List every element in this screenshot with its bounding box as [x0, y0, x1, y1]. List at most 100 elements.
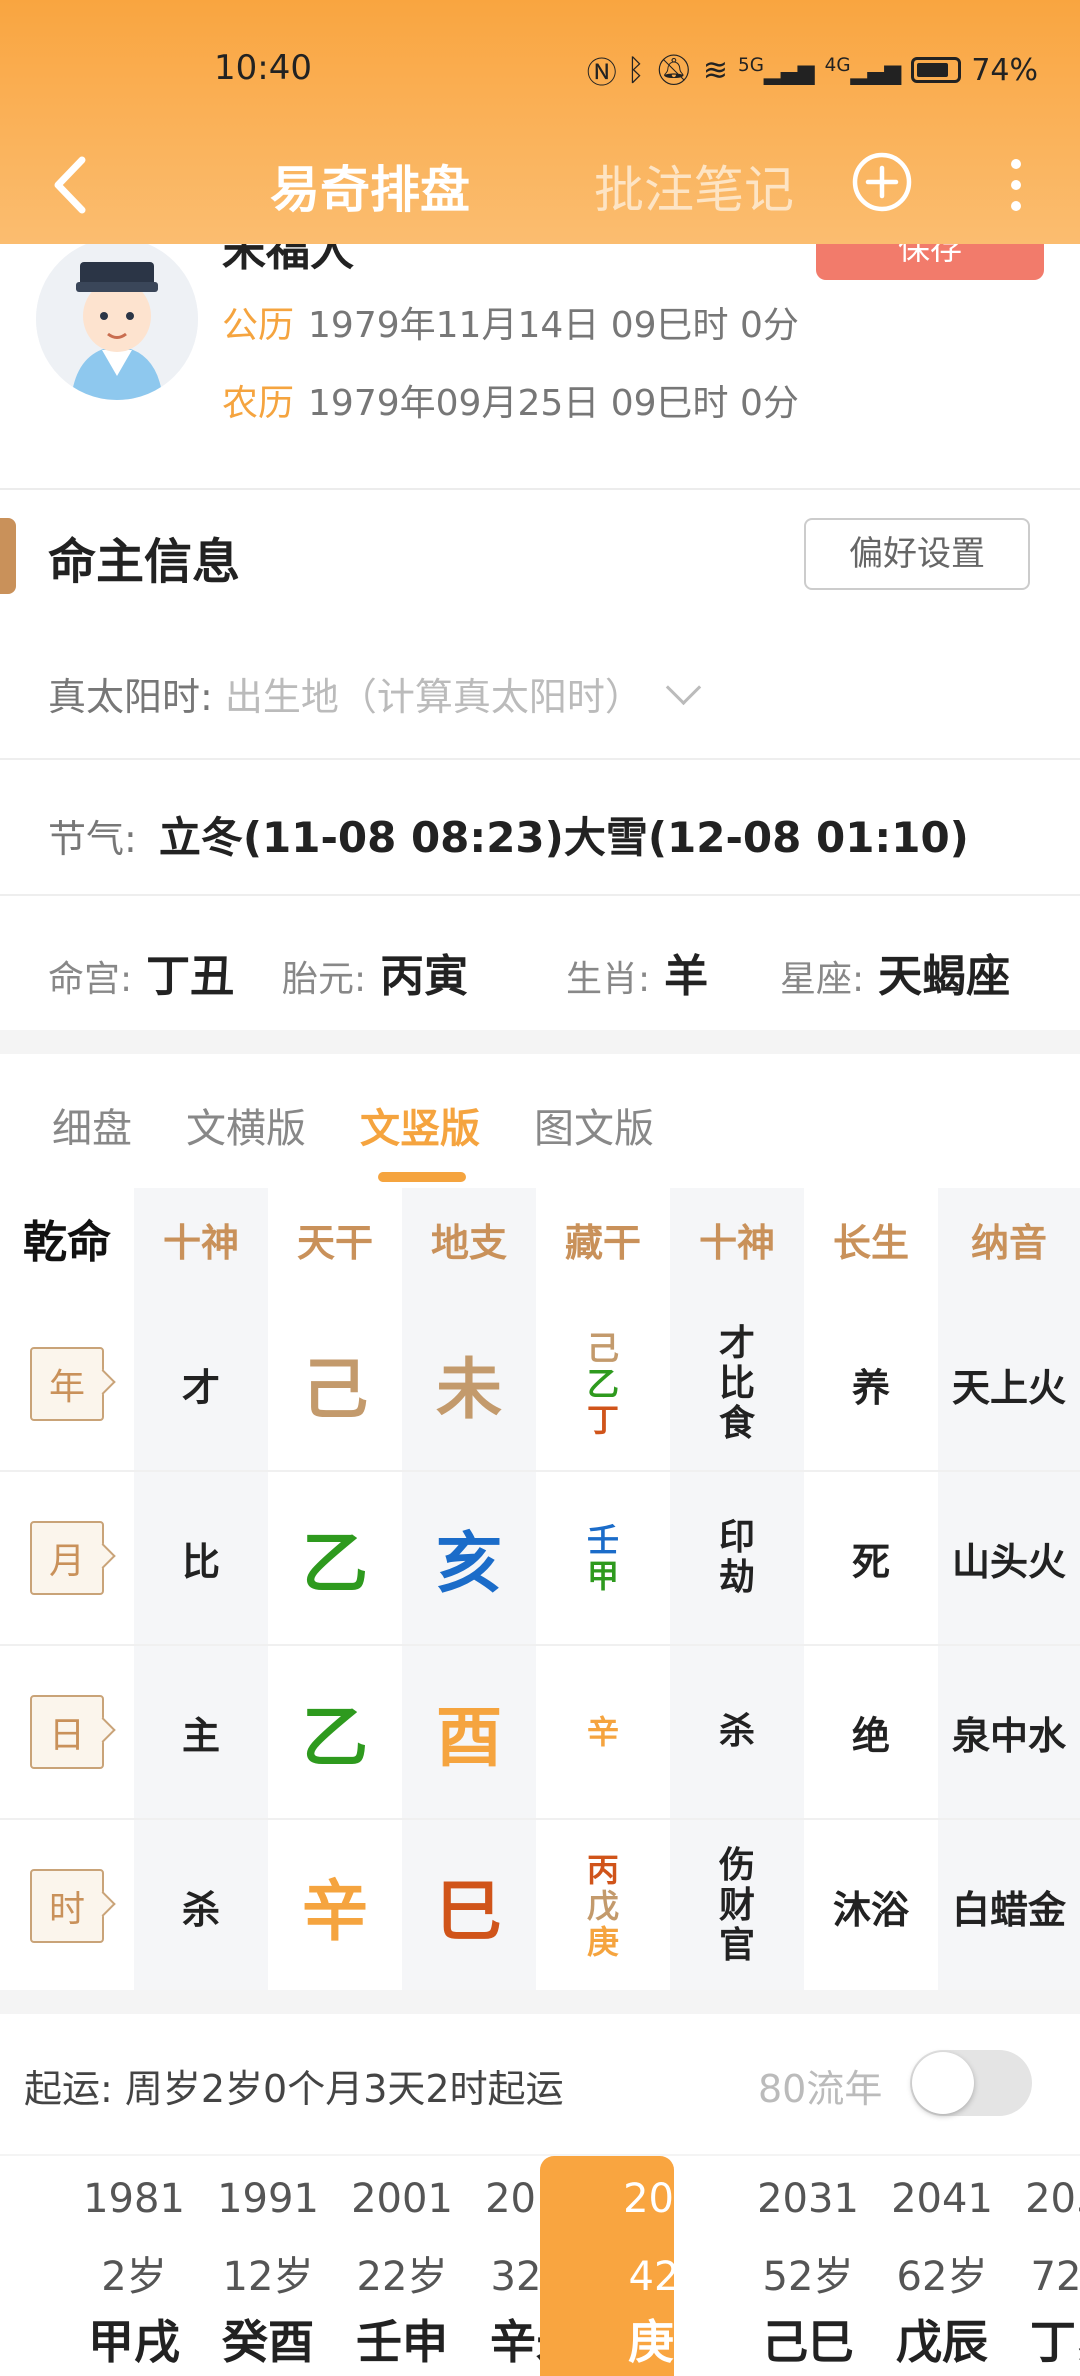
col-shishen2: 十神 才 比 食 印 劫 杀 伤 财 官 [670, 1188, 804, 1990]
canggan-char: 壬 [586, 1521, 619, 1559]
bluetooth-icon: ᛒ [626, 52, 645, 88]
gongli-row: 公历 1979年11月14日 09巳时 0分 [222, 296, 799, 348]
header-changsheng: 长生 [832, 1221, 909, 1265]
dayun-strip: 1981 2岁 甲戌 1991 12岁 癸酉 2001 22岁 壬申 2011 … [0, 2156, 1080, 2376]
tab-graphic[interactable]: 图文版 [534, 1096, 654, 1154]
dayun-year: 2051 [1025, 2176, 1080, 2222]
col-shishen: 十神 才 比 主 杀 [134, 1188, 268, 1990]
battery-level: 74% [971, 52, 1038, 88]
xingzuo: 星座: 天蝎座 [780, 951, 1011, 1002]
tab-text-horizontal[interactable]: 文横版 [186, 1096, 306, 1154]
shishen2-cell: 杀 [670, 1646, 804, 1818]
row-divider [0, 1818, 1080, 1820]
dayun-item[interactable]: 2031 52岁 己巳 [674, 2156, 859, 2376]
nayin-cell: 天上火 [951, 1365, 1066, 1410]
tab-detail[interactable]: 细盘 [52, 1096, 132, 1154]
col-pillar: 乾命 年 月 日 时 [0, 1188, 134, 1990]
dayun-item[interactable]: 2011 32岁 辛未 [402, 2156, 587, 2376]
shengxiao: 生肖: 羊 [566, 951, 709, 1002]
shishen2-char: 官 [718, 1925, 755, 1966]
minggong: 命宫: 丁丑 [48, 951, 235, 1002]
canggan-char: 丁 [586, 1401, 619, 1439]
header-tiangan: 天干 [296, 1221, 373, 1265]
nongli-value: 1979年09月25日 09巳时 0分 [308, 383, 799, 424]
solar-term-row: 节气: 立冬(11-08 08:23)大雪(12-08 01:10) [48, 804, 969, 865]
dizhi-cell: 未 [436, 1351, 502, 1428]
more-vertical-icon[interactable] [996, 150, 1036, 220]
col-tiangan: 天干 己 乙 乙 辛 [268, 1188, 402, 1990]
nongli-row: 农历 1979年09月25日 09巳时 0分 [222, 374, 799, 426]
pillar-month[interactable]: 月 [0, 1472, 134, 1644]
shishen2-cell: 印 劫 [670, 1472, 804, 1644]
true-solar-time-label: 真太阳时: [48, 675, 213, 719]
row-divider [0, 1470, 1080, 1472]
true-solar-time-row[interactable]: 真太阳时: 出生地（计算真太阳时） [48, 666, 702, 721]
pillar-tag: 年 [30, 1347, 104, 1421]
tiangan-cell: 辛 [302, 1873, 368, 1950]
tab-text-vertical[interactable]: 文竖版 [360, 1096, 480, 1154]
canggan-char: 庚 [586, 1923, 619, 1961]
bazi-chart: 乾命 年 月 日 时 十神 才 比 主 杀 天干 己 乙 乙 辛 地支 未 亥 … [0, 1188, 1080, 1990]
battery-icon [911, 57, 962, 83]
shishen2-char: 才 [718, 1323, 755, 1364]
changsheng-cell: 养 [851, 1365, 890, 1410]
chevron-down-icon[interactable] [665, 669, 702, 706]
shishen2-cell: 伤 财 官 [670, 1820, 804, 1992]
canggan-cell: 壬 甲 [536, 1472, 670, 1644]
dayun-item-active[interactable]: 2021 42岁 庚午 [540, 2156, 725, 2376]
header-shishen: 十神 [162, 1221, 239, 1265]
changsheng-cell: 沐浴 [832, 1887, 909, 1932]
pillar-hour[interactable]: 时 [0, 1820, 134, 1992]
status-time: 10:40 [214, 48, 312, 88]
shishen2-char: 印 [718, 1517, 755, 1558]
page-title[interactable]: 易奇排盘 [270, 150, 470, 222]
section-title: 命主信息 [48, 534, 241, 590]
preference-settings-button[interactable]: 偏好设置 [804, 518, 1030, 590]
dayun-item[interactable]: 2041 62岁 戊辰 [808, 2156, 993, 2376]
canggan-char: 戊 [586, 1887, 619, 1925]
canggan-char: 辛 [586, 1713, 619, 1751]
avatar [36, 238, 198, 400]
tab-notes[interactable]: 批注笔记 [594, 150, 794, 222]
profile-card: 宋福人 保存 公历 1979年11月14日 09巳时 0分 农历 1979年09月2… [0, 225, 1080, 488]
dayun-item[interactable]: 2001 22岁 壬申 [268, 2156, 453, 2376]
tiangan-cell: 乙 [302, 1525, 368, 1602]
toggle-knob [912, 2052, 974, 2114]
signal-5g-icon: 5G▂▄▆ [738, 54, 815, 86]
pillar-day[interactable]: 日 [0, 1646, 134, 1818]
liunian-toggle[interactable] [910, 2050, 1032, 2116]
dayun-ganzhi: 丁卯 [1030, 2315, 1080, 2369]
dizhi-cell: 亥 [436, 1525, 502, 1602]
shishen-cell: 才 [181, 1365, 220, 1410]
status-bar: 10:40 Ⓝ ᛒ 🔕︎ ≋ 5G▂▄▆ 4G▂▄▆ 74% [0, 0, 1080, 130]
nayin-cell: 泉中水 [951, 1713, 1066, 1758]
pillar-tag: 时 [30, 1869, 104, 1943]
canggan-cell: 己 乙 丁 [536, 1298, 670, 1470]
shishen2-char: 财 [718, 1885, 755, 1926]
row-divider [0, 1644, 1080, 1646]
shishen2-cell: 才 比 食 [670, 1298, 804, 1470]
birthplace-select[interactable]: 出生地（计算真太阳时） [225, 675, 643, 719]
mute-icon: 🔕︎ [654, 52, 693, 88]
changsheng-cell: 死 [851, 1539, 890, 1584]
canggan-char: 甲 [586, 1557, 619, 1595]
dayun-item[interactable]: 1981 2岁 甲戌 [0, 2156, 185, 2376]
dayun-age: 72岁 [1030, 2254, 1080, 2300]
canggan-cell: 丙 戊 庚 [536, 1820, 670, 1992]
signal-4g-icon: 4G▂▄▆ [824, 54, 902, 86]
avatar-image [36, 238, 198, 400]
taiyuan: 胎元: 丙寅 [282, 951, 469, 1002]
dayun-item[interactable]: 2051 72岁 丁卯 [942, 2156, 1080, 2376]
add-circle-icon[interactable] [850, 150, 914, 214]
shishen2-char: 劫 [718, 1557, 755, 1598]
shishen2-char: 杀 [718, 1711, 755, 1752]
gongli-label: 公历 [222, 305, 295, 346]
back-arrow-icon[interactable] [40, 150, 110, 220]
col-dizhi: 地支 未 亥 酉 巳 [402, 1188, 536, 1990]
owner-info-section: 命主信息 偏好设置 真太阳时: 出生地（计算真太阳时） 节气: 立冬(11-08 … [0, 490, 1080, 1030]
dizhi-cell: 酉 [436, 1699, 502, 1776]
solar-term-label: 节气: [48, 817, 137, 861]
pillar-year[interactable]: 年 [0, 1298, 134, 1470]
col-canggan: 藏干 己 乙 丁 壬 甲 辛 丙 戊 庚 [536, 1188, 670, 1990]
dayun-item[interactable]: 1991 12岁 癸酉 [134, 2156, 319, 2376]
